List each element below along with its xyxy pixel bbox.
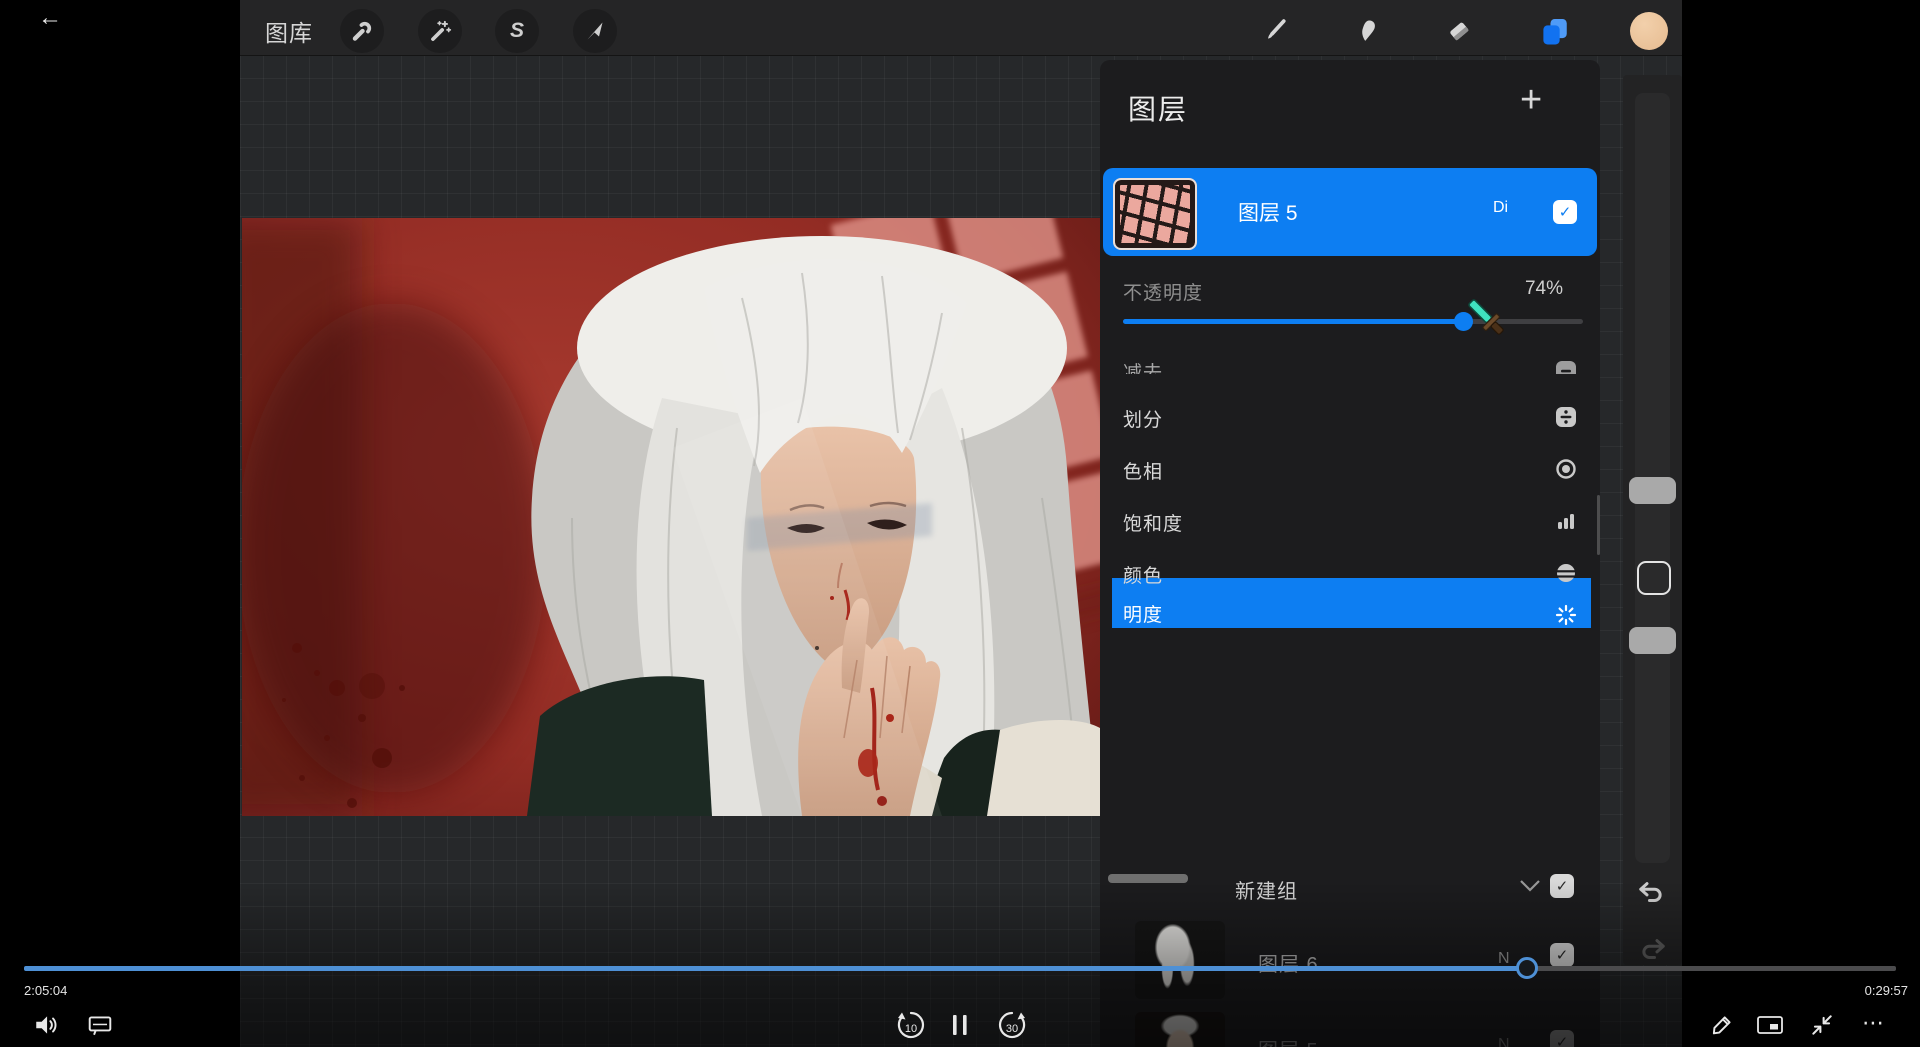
layer-row[interactable]: 图层 5 N [1100,1000,1600,1047]
modify-button[interactable] [1637,561,1671,595]
back-arrow-icon[interactable]: ← [38,4,62,32]
layer-row[interactable]: 图层 6 N [1100,905,1600,1000]
smudge-icon[interactable] [1345,9,1389,53]
blend-mode-row-luminosity[interactable]: 明度 [1112,578,1591,628]
annotate-pencil-icon[interactable] [1706,1010,1738,1040]
layer-visibility-checkbox[interactable] [1550,1030,1574,1047]
group-thumbnail-bar [1108,874,1188,883]
brush-sidebar [1623,75,1682,965]
layer-name: 图层 5 [1238,197,1298,227]
chevron-down-icon[interactable] [1518,878,1542,894]
blend-mode-row-hue[interactable]: 色相 [1100,443,1600,495]
opacity-label: 不透明度 [1123,278,1203,305]
blend-mode-row-saturation[interactable]: 饱和度 [1100,495,1600,547]
magic-wand-icon[interactable] [418,9,462,53]
brush-opacity-slider-handle[interactable] [1629,627,1676,654]
saturation-icon [1555,510,1577,532]
forward-30-label: 30 [1006,1023,1018,1035]
layer5b-thumbnail [1135,1012,1225,1047]
layers-panel: 图层 + 图层 5 Di 不透明度 74% 减去 划分 [1100,60,1600,1047]
eraser-icon[interactable] [1437,9,1481,53]
blend-mode-row-divide[interactable]: 划分 [1100,391,1600,443]
active-color-circle [1630,12,1668,50]
transform-arrow-icon[interactable] [573,9,617,53]
hue-icon [1555,458,1577,480]
divide-icon [1555,406,1577,428]
layer-row-selected[interactable]: 图层 5 Di [1103,168,1597,256]
color-swatch[interactable] [1627,9,1671,53]
redo-icon[interactable] [1637,937,1667,963]
selection-s-icon[interactable]: S [495,9,539,53]
pause-icon[interactable] [944,1010,976,1040]
pip-icon[interactable] [1754,1012,1786,1038]
procreate-toolbar: 图库 S [240,0,1682,56]
remaining-time: 0:29:57 [1808,983,1908,998]
canvas-artwork[interactable] [242,218,1100,816]
subtract-icon [1555,360,1577,374]
elapsed-time: 2:05:04 [24,983,67,998]
rewind-10-label: 10 [905,1023,917,1035]
forward-30-icon[interactable]: 30 [994,1008,1030,1042]
layers-panel-title: 图层 [1128,88,1188,128]
blend-mode-row-partial[interactable]: 减去 [1100,350,1600,374]
progress-bar-fill[interactable] [24,966,1527,971]
layer6-thumbnail [1135,921,1225,999]
layers-icon[interactable] [1532,9,1576,53]
luminosity-icon [1555,604,1577,626]
volume-icon[interactable] [30,1011,62,1039]
layer-visibility-checkbox[interactable] [1550,943,1574,967]
sword-cursor [1462,293,1514,345]
group-visibility-checkbox[interactable] [1550,874,1574,898]
opacity-slider-fill [1123,319,1463,324]
add-layer-button[interactable]: + [1520,80,1542,120]
undo-icon[interactable] [1637,880,1667,906]
gallery-button[interactable]: 图库 [265,14,313,48]
brush-icon[interactable] [1253,9,1297,53]
layer5-thumbnail [1113,178,1197,250]
blend-mode-badge[interactable]: Di [1493,199,1508,217]
progress-bar-handle[interactable] [1516,957,1538,979]
group-name: 新建组 [1235,875,1298,904]
wrench-icon[interactable] [340,9,384,53]
layer-visibility-checkbox[interactable] [1553,200,1577,224]
subtitle-icon[interactable] [84,1011,116,1039]
more-options-icon[interactable]: ⋯ [1854,1008,1894,1038]
rewind-10-icon[interactable]: 10 [893,1008,929,1042]
video-player-stage: 图库 S [0,0,1920,1047]
brush-size-slider-handle[interactable] [1629,477,1676,504]
collapse-icon[interactable] [1806,1010,1838,1040]
progress-bar-remaining[interactable] [1527,966,1896,971]
opacity-slider[interactable] [1123,319,1583,324]
panel-scrollbar[interactable] [1597,495,1600,555]
